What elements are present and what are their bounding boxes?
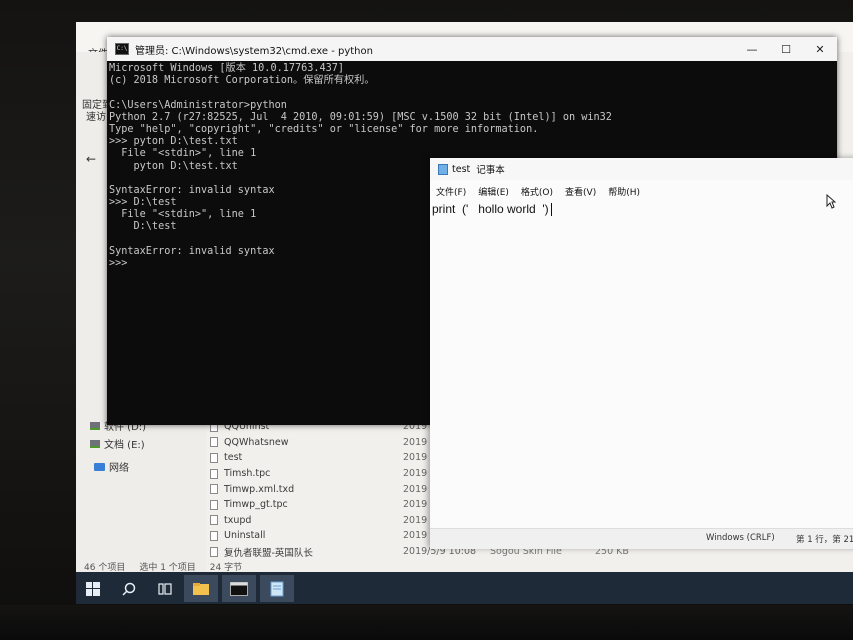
notepad-menu-bar: 文件(F) 编辑(E) 格式(O) 查看(V) 帮助(H) [430, 185, 853, 201]
minimize-button[interactable]: — [735, 37, 769, 61]
file-date: 2019 [403, 436, 428, 448]
file-icon [210, 530, 218, 541]
console-line: C:\Users\Administrator>python [109, 99, 287, 111]
notepad-titlebar[interactable]: test 记事本 [430, 158, 853, 180]
notepad-app-name: 记事本 [476, 165, 505, 176]
console-line: Python 2.7 (r27:82525, Jul 4 2010, 09:01… [109, 111, 612, 123]
file-icon [210, 452, 218, 463]
explorer-icon [193, 582, 209, 595]
file-name: 复仇者联盟-英国队长 [224, 547, 313, 559]
notepad-content: print (' hollo world ') [432, 202, 549, 216]
cmd-window-title: 管理员: C:\Windows\system32\cmd.exe - pytho… [135, 45, 373, 57]
notepad-status-bar: Windows (CRLF) 第 1 行，第 21 [430, 528, 853, 549]
file-name: Timwp_gt.tpc [224, 499, 288, 511]
quick-access-sub-label: 速访 [86, 112, 106, 123]
notepad-icon [438, 163, 448, 175]
window-controls: — ☐ ✕ [735, 37, 837, 61]
network-icon [94, 462, 105, 471]
line-ending-status: Windows (CRLF) [706, 533, 775, 543]
back-arrow-icon[interactable]: ← [86, 152, 96, 166]
cmd-titlebar[interactable]: C:\ 管理员: C:\Windows\system32\cmd.exe - p… [107, 37, 837, 61]
cmd-icon [230, 581, 248, 596]
file-date: 2019 [403, 530, 428, 542]
mouse-pointer-icon [826, 194, 836, 209]
console-line: (c) 2018 Microsoft Corporation。保留所有权利。 [109, 75, 375, 87]
file-date: 2019 [403, 483, 428, 495]
menu-view[interactable]: 查看(V) [565, 185, 596, 201]
file-icon [210, 468, 218, 479]
file-name: test [224, 452, 243, 464]
file-icon [210, 515, 218, 526]
drive-label: 文档 (E:) [104, 440, 145, 451]
menu-help[interactable]: 帮助(H) [608, 185, 640, 201]
file-icon [210, 499, 218, 510]
file-name: Timwp.xml.txd [224, 483, 295, 495]
notepad-file-name: test [452, 163, 471, 175]
sidebar-item-network[interactable]: 网络 [94, 459, 129, 474]
desktop-screen: 文件 ▲ 固定到 速访 ← 软件 (D:) 文档 (E:) 网络 QQUnins… [76, 22, 853, 604]
file-icon [210, 437, 218, 448]
file-name: Uninstall [224, 530, 266, 542]
notepad-window[interactable]: test 记事本 文件(F) 编辑(E) 格式(O) 查看(V) 帮助(H) p… [430, 158, 853, 549]
taskbar-notepad[interactable] [260, 575, 294, 602]
search-icon [122, 582, 136, 596]
file-icon [210, 484, 218, 495]
drive-icon [90, 421, 100, 430]
file-icon [210, 546, 218, 557]
text-cursor [550, 203, 552, 217]
file-date: 2019 [403, 452, 428, 464]
file-name: Timsh.tpc [224, 468, 271, 480]
start-button[interactable] [76, 575, 110, 602]
taskbar-cmd[interactable] [222, 575, 256, 602]
console-line: >>> pyton D:\test.txt [109, 136, 238, 148]
file-name: QQWhatsnew [224, 436, 289, 448]
notepad-text-area[interactable]: print (' hollo world ') [432, 202, 852, 512]
monitor-bottom-bezel [0, 605, 853, 640]
menu-edit[interactable]: 编辑(E) [478, 185, 509, 201]
file-date: 2019 [403, 514, 428, 526]
drive-icon [90, 439, 100, 448]
search-button[interactable] [112, 575, 146, 602]
file-date: 2019 [403, 499, 428, 511]
file-name: txupd [224, 514, 252, 526]
console-line: Type "help", "copyright", "credits" or "… [109, 123, 539, 135]
start-icon [86, 581, 100, 596]
taskbar-explorer[interactable] [184, 575, 218, 602]
maximize-button[interactable]: ☐ [769, 37, 803, 61]
network-label: 网络 [109, 463, 129, 474]
taskbar [76, 572, 853, 604]
menu-format[interactable]: 格式(O) [521, 185, 553, 201]
menu-file[interactable]: 文件(F) [436, 185, 466, 201]
task-view-icon [158, 582, 172, 595]
notepad-icon [270, 581, 284, 596]
console-line: Microsoft Windows [版本 10.0.17763.437] [109, 63, 345, 74]
close-button[interactable]: ✕ [803, 37, 837, 61]
cursor-position-status: 第 1 行，第 21 [796, 535, 853, 545]
file-date: 2019 [403, 468, 428, 480]
sidebar-item-drive-e[interactable]: 文档 (E:) [90, 436, 145, 451]
cmd-icon: C:\ [115, 43, 129, 55]
task-view-button[interactable] [148, 575, 182, 602]
